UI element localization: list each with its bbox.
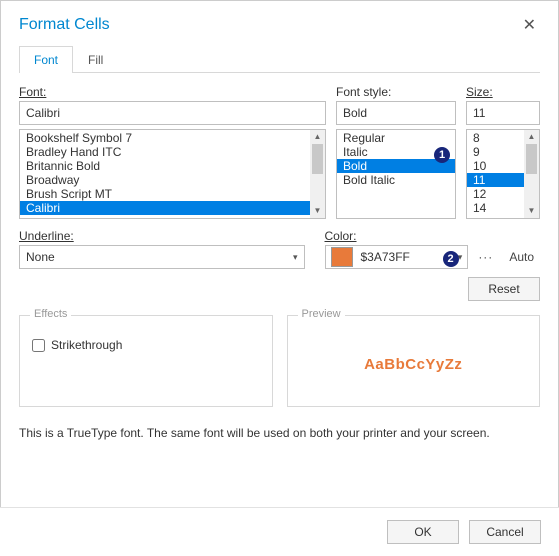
font-label: Font: [19, 85, 326, 99]
tab-font[interactable]: Font [19, 46, 73, 73]
list-item[interactable]: Broadway [20, 173, 325, 187]
callout-badge-1: 1 [434, 147, 450, 163]
scrollbar[interactable]: ▲ ▼ [310, 130, 325, 218]
scroll-up-icon[interactable]: ▲ [528, 130, 536, 144]
effects-group-title: Effects [30, 308, 71, 320]
preview-text: AaBbCcYyZz [300, 332, 528, 396]
list-item[interactable]: Regular [337, 131, 455, 145]
color-swatch [331, 247, 353, 267]
list-item[interactable]: Calibri [20, 201, 325, 215]
strikethrough-label: Strikethrough [51, 338, 122, 352]
scroll-down-icon[interactable]: ▼ [528, 204, 536, 218]
scroll-thumb[interactable] [526, 144, 537, 174]
reset-button[interactable]: Reset [468, 277, 540, 301]
underline-label: Underline: [19, 229, 305, 243]
strikethrough-input[interactable] [32, 339, 45, 352]
list-item[interactable]: Bold Italic [337, 173, 455, 187]
tab-bar: Font Fill [19, 45, 540, 73]
font-note: This is a TrueType font. The same font w… [19, 425, 540, 442]
style-input[interactable] [336, 101, 456, 125]
scroll-up-icon[interactable]: ▲ [314, 130, 322, 144]
list-item[interactable]: Bradley Hand ITC [20, 145, 325, 159]
more-colors-button[interactable]: ··· [474, 250, 497, 264]
list-item[interactable]: Brush Script MT [20, 187, 325, 201]
dialog-title: Format Cells [19, 16, 110, 34]
ok-button[interactable]: OK [387, 520, 459, 544]
color-hex: $3A73FF [361, 250, 450, 264]
tab-fill[interactable]: Fill [73, 46, 118, 73]
style-label: Font style: [336, 85, 456, 99]
scrollbar[interactable]: ▲ ▼ [524, 130, 539, 218]
scroll-down-icon[interactable]: ▼ [314, 204, 322, 218]
strikethrough-checkbox[interactable]: Strikethrough [32, 338, 260, 352]
list-item[interactable]: Bookshelf Symbol 7 [20, 131, 325, 145]
callout-badge-2: 2 [443, 251, 459, 267]
auto-color-button[interactable]: Auto [503, 248, 540, 266]
color-label: Color: [325, 229, 541, 243]
size-label: Size: [466, 85, 540, 99]
underline-value: None [26, 250, 55, 264]
cancel-button[interactable]: Cancel [469, 520, 541, 544]
font-list[interactable]: Bookshelf Symbol 7 Bradley Hand ITC Brit… [19, 129, 326, 219]
style-list[interactable]: Regular Italic Bold Bold Italic [336, 129, 456, 219]
preview-group: Preview AaBbCcYyZz [287, 315, 541, 407]
close-icon[interactable]: ✕ [519, 15, 540, 35]
scroll-thumb[interactable] [312, 144, 323, 174]
chevron-down-icon: ▾ [293, 252, 298, 263]
size-input[interactable] [466, 101, 540, 125]
effects-group: Effects Strikethrough [19, 315, 273, 407]
size-list[interactable]: 8 9 10 11 12 14 ▲ ▼ [466, 129, 540, 219]
list-item[interactable]: Britannic Bold [20, 159, 325, 173]
font-input[interactable] [19, 101, 326, 125]
preview-group-title: Preview [298, 308, 345, 320]
underline-select[interactable]: None ▾ [19, 245, 305, 269]
